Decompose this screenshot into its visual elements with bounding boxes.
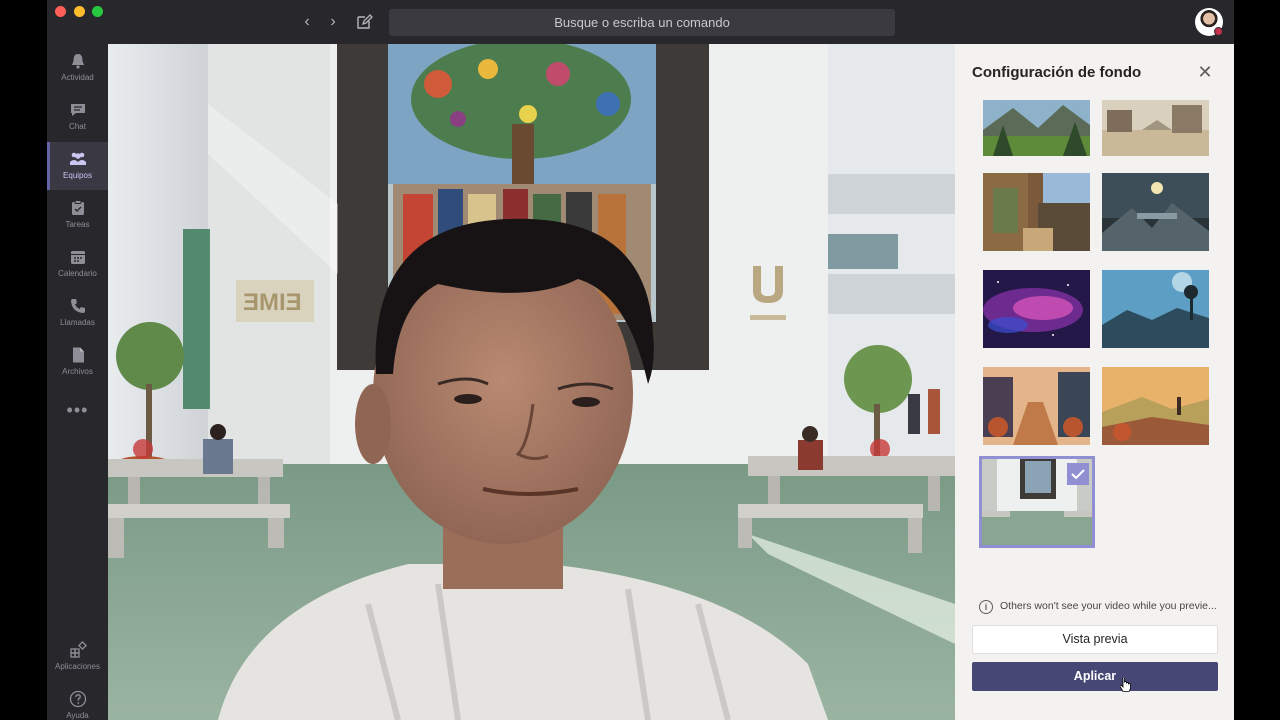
maximize-window-button[interactable] — [92, 6, 103, 17]
rail-item-archivos[interactable]: Archivos — [47, 338, 108, 386]
rail-item-tareas[interactable]: Tareas — [47, 191, 108, 239]
back-arrow-icon[interactable]: ‹ — [297, 12, 317, 32]
background-thumbnail-3[interactable] — [983, 173, 1090, 251]
background-thumbnail-4[interactable] — [1102, 173, 1209, 251]
rail-label: Aplicaciones — [55, 662, 100, 671]
hand-cursor-icon — [1120, 678, 1131, 692]
file-icon — [73, 347, 84, 363]
info-icon: i — [979, 600, 993, 614]
preview-info-text: Others won't see your video while you pr… — [1000, 600, 1217, 612]
app-rail: Actividad Chat Equipos Tareas Calendario… — [47, 44, 108, 720]
background-thumbnail-5[interactable] — [983, 270, 1090, 348]
background-thumbnail-selected[interactable] — [979, 456, 1095, 548]
rail-item-calendario[interactable]: Calendario — [47, 240, 108, 288]
rail-label: Archivos — [62, 367, 93, 376]
compose-icon[interactable] — [354, 12, 374, 32]
selected-background-preview — [982, 459, 1092, 545]
background-thumbnail-6[interactable] — [1102, 270, 1209, 348]
rail-item-llamadas[interactable]: Llamadas — [47, 289, 108, 337]
forward-arrow-icon[interactable]: › — [323, 12, 343, 32]
more-apps-icon[interactable]: ••• — [47, 400, 108, 424]
rail-label: Actividad — [61, 73, 94, 82]
teams-window: ‹ › Busque o escriba un comando Activida… — [47, 0, 1234, 720]
background-photo: ƎMIƎ — [108, 44, 955, 720]
rail-label: Tareas — [65, 220, 90, 229]
bell-icon — [72, 54, 84, 69]
background-thumbnail-2[interactable] — [1102, 100, 1209, 156]
rail-label: Llamadas — [60, 318, 95, 327]
background-settings-panel: Configuración de fondo ✕ i Others won't … — [955, 44, 1234, 720]
teams-icon — [70, 152, 86, 165]
screen-bezel-left — [0, 0, 47, 720]
help-icon — [69, 690, 87, 708]
apps-icon — [70, 641, 87, 658]
background-thumbnail-1[interactable] — [983, 100, 1090, 156]
search-input[interactable]: Busque o escriba un comando — [389, 9, 895, 36]
phone-icon — [71, 299, 85, 313]
apply-button[interactable]: Aplicar — [972, 662, 1218, 691]
chat-icon — [71, 104, 85, 116]
title-bar: ‹ › Busque o escriba un comando — [47, 0, 1234, 44]
rail-item-aplicaciones[interactable]: Aplicaciones — [47, 633, 108, 681]
status-badge — [1214, 27, 1223, 36]
background-thumbnail-8[interactable] — [1102, 367, 1209, 445]
rail-item-ayuda[interactable]: Ayuda — [47, 682, 108, 720]
rail-label: Equipos — [63, 171, 92, 180]
video-preview: ƎMIƎ — [108, 44, 955, 720]
close-window-button[interactable] — [55, 6, 66, 17]
rail-label: Chat — [69, 122, 86, 131]
minimize-window-button[interactable] — [74, 6, 85, 17]
preview-button[interactable]: Vista previa — [972, 625, 1218, 654]
calendar-icon — [71, 251, 85, 264]
rail-item-actividad[interactable]: Actividad — [47, 44, 108, 92]
panel-title: Configuración de fondo — [972, 64, 1142, 81]
rail-label: Calendario — [58, 269, 97, 278]
background-thumbnail-7[interactable] — [983, 367, 1090, 445]
screen-bezel-right — [1234, 0, 1280, 720]
close-icon[interactable]: ✕ — [1195, 62, 1215, 82]
tasks-icon — [72, 200, 84, 215]
rail-label: Ayuda — [66, 711, 89, 720]
rail-item-chat[interactable]: Chat — [47, 93, 108, 141]
svg-text:ƎMIƎ: ƎMIƎ — [243, 289, 302, 316]
rail-item-equipos[interactable]: Equipos — [47, 142, 108, 190]
